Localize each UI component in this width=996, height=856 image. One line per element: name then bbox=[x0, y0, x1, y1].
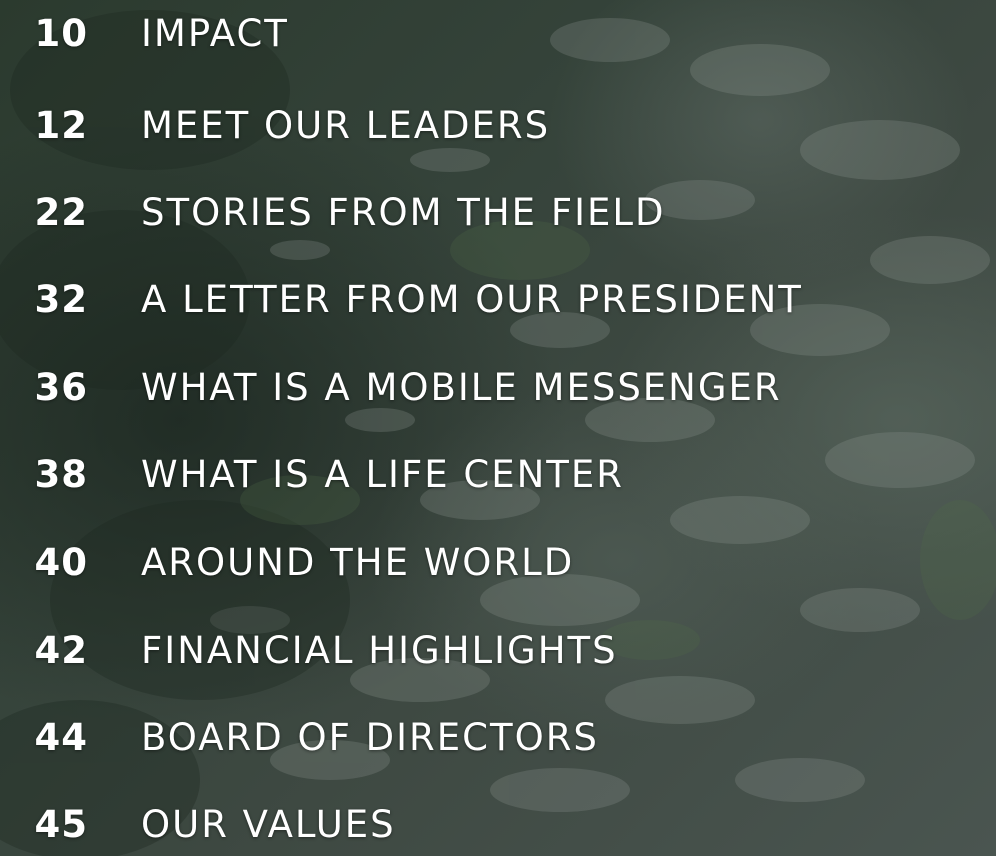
toc-entry-title: A LETTER FROM OUR PRESIDENT bbox=[141, 278, 803, 321]
toc-entry-financial-highlights[interactable]: 42 FINANCIAL HIGHLIGHTS bbox=[0, 621, 996, 681]
toc-entry-mobile-messenger[interactable]: 36 WHAT IS A MOBILE MESSENGER bbox=[0, 358, 996, 418]
toc-entry-title: OUR VALUES bbox=[141, 803, 396, 846]
toc-entry-board-of-directors[interactable]: 44 BOARD OF DIRECTORS bbox=[0, 708, 996, 768]
toc-entry-impact[interactable]: 10 IMPACT bbox=[0, 4, 996, 64]
toc-entry-title: WHAT IS A MOBILE MESSENGER bbox=[141, 366, 782, 409]
toc-page-number: 10 bbox=[34, 12, 88, 55]
toc-page-number: 38 bbox=[34, 453, 88, 496]
toc-entry-life-center[interactable]: 38 WHAT IS A LIFE CENTER bbox=[0, 445, 996, 505]
toc-entry-title: WHAT IS A LIFE CENTER bbox=[141, 453, 624, 496]
toc-page-number: 40 bbox=[34, 541, 88, 584]
table-of-contents: 10 IMPACT 12 MEET OUR LEADERS 22 STORIES… bbox=[0, 0, 996, 856]
toc-entry-title: AROUND THE WORLD bbox=[141, 541, 575, 584]
toc-entry-title: BOARD OF DIRECTORS bbox=[141, 716, 599, 759]
toc-entry-title: STORIES FROM THE FIELD bbox=[141, 191, 666, 234]
toc-page-number: 22 bbox=[34, 191, 88, 234]
toc-page-number: 36 bbox=[34, 366, 88, 409]
toc-entry-title: MEET OUR LEADERS bbox=[141, 104, 551, 147]
toc-page-number: 44 bbox=[34, 716, 88, 759]
toc-entry-title: IMPACT bbox=[141, 12, 289, 55]
toc-page-number: 32 bbox=[34, 278, 88, 321]
toc-entry-around-the-world[interactable]: 40 AROUND THE WORLD bbox=[0, 533, 996, 593]
toc-page-number: 42 bbox=[34, 629, 88, 672]
toc-page-number: 12 bbox=[34, 104, 88, 147]
toc-page-number: 45 bbox=[34, 803, 88, 846]
toc-entry-title: FINANCIAL HIGHLIGHTS bbox=[141, 629, 618, 672]
toc-entry-stories-from-the-field[interactable]: 22 STORIES FROM THE FIELD bbox=[0, 183, 996, 243]
toc-entry-meet-our-leaders[interactable]: 12 MEET OUR LEADERS bbox=[0, 96, 996, 156]
toc-entry-letter-from-president[interactable]: 32 A LETTER FROM OUR PRESIDENT bbox=[0, 270, 996, 330]
toc-entry-our-values[interactable]: 45 OUR VALUES bbox=[0, 795, 996, 855]
